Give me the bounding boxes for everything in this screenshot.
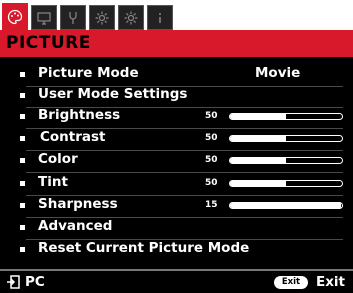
menu-item-picture-mode[interactable]: Picture Mode Movie	[0, 63, 353, 87]
palette-icon	[7, 9, 23, 24]
tab-settings-basic[interactable]	[60, 5, 86, 30]
screen-icon	[37, 11, 51, 25]
tint-slider[interactable]	[229, 180, 343, 187]
menu-item-sharpness[interactable]: Sharpness 15	[0, 194, 353, 218]
exit-label: Exit	[316, 274, 346, 290]
bullet-icon	[20, 158, 25, 163]
contrast-slider[interactable]	[229, 135, 343, 142]
menu-item-label: Color	[38, 151, 78, 167]
menu-item-user-mode-settings[interactable]: User Mode Settings	[0, 84, 353, 108]
menu-item-label: Brightness	[38, 107, 121, 123]
menu-item-label: Picture Mode	[38, 65, 139, 81]
bullet-icon	[20, 136, 25, 141]
page-title: PICTURE	[6, 33, 91, 53]
menu-item-tint[interactable]: Tint 50	[0, 172, 353, 196]
bullet-icon	[20, 203, 25, 208]
slider-fill	[230, 181, 286, 186]
menu-item-color[interactable]: Color 50	[0, 149, 353, 173]
tab-advanced-settings[interactable]	[118, 5, 144, 30]
bullet-icon	[20, 72, 25, 77]
bullet-icon	[20, 181, 25, 186]
tab-screen[interactable]	[31, 5, 57, 30]
settings-wrench-icon	[69, 11, 77, 24]
menu-item-label: Advanced	[38, 218, 113, 234]
contrast-value: 50	[205, 133, 218, 143]
osd-menu: PICTURE Picture Mode Movie User Mode Set…	[0, 0, 353, 293]
input-source-icon	[7, 275, 20, 289]
tab-information[interactable]	[147, 5, 173, 30]
menu-item-label: User Mode Settings	[38, 86, 188, 102]
tab-settings[interactable]	[89, 5, 115, 30]
menu-item-label: Tint	[38, 174, 68, 190]
picture-mode-value: Movie	[255, 65, 301, 81]
menu-header: PICTURE	[0, 30, 353, 57]
color-value: 50	[205, 155, 218, 165]
bullet-icon	[20, 93, 25, 98]
brightness-slider[interactable]	[229, 113, 343, 120]
bullet-icon	[20, 247, 25, 252]
bullet-icon	[20, 225, 25, 230]
menu-item-brightness[interactable]: Brightness 50	[0, 105, 353, 129]
gear-plus-icon	[124, 11, 138, 24]
exit-button-icon[interactable]: Exit	[274, 276, 308, 289]
tab-picture[interactable]	[2, 3, 28, 30]
tab-bar	[0, 0, 353, 30]
sharpness-slider[interactable]	[229, 202, 343, 209]
info-icon	[159, 12, 161, 23]
menu-item-reset-picture-mode[interactable]: Reset Current Picture Mode	[0, 238, 353, 260]
gear-icon	[95, 11, 109, 24]
bullet-icon	[20, 114, 25, 119]
footer-bar: PC Exit Exit	[0, 271, 353, 293]
menu-item-advanced[interactable]: Advanced	[0, 216, 353, 240]
slider-fill	[230, 203, 341, 208]
sharpness-value: 15	[205, 200, 218, 210]
menu-item-label: Sharpness	[38, 196, 118, 212]
color-slider[interactable]	[229, 157, 343, 164]
tint-value: 50	[205, 178, 218, 188]
slider-fill	[230, 114, 286, 119]
input-source-label: PC	[25, 274, 45, 290]
menu-item-label: Contrast	[40, 129, 106, 145]
menu-item-contrast[interactable]: Contrast 50	[0, 127, 353, 151]
brightness-value: 50	[205, 111, 218, 121]
slider-fill	[230, 136, 286, 141]
menu-item-label: Reset Current Picture Mode	[38, 240, 250, 256]
slider-fill	[230, 158, 286, 163]
